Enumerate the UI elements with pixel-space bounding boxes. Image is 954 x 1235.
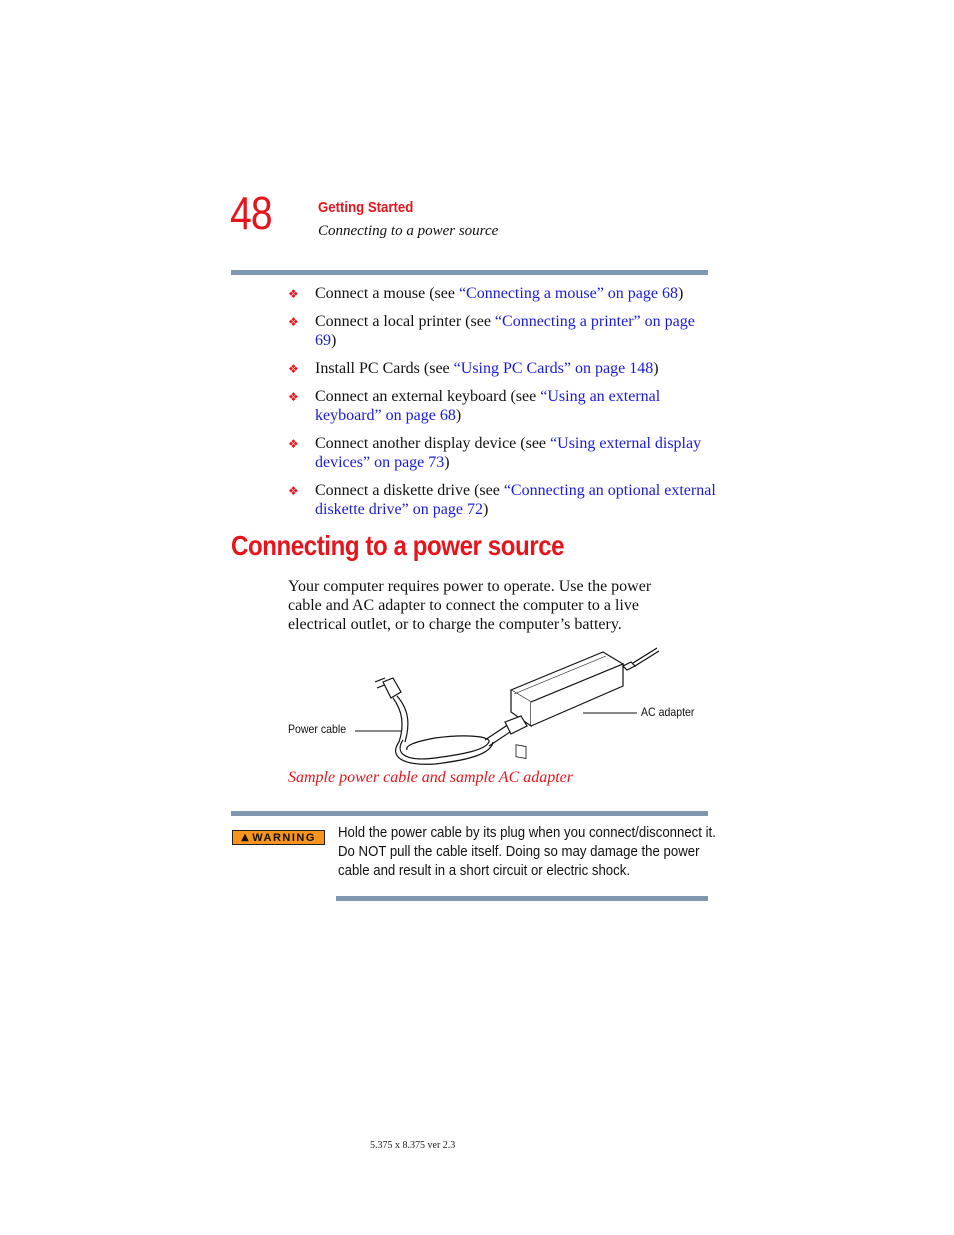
diamond-bullet-icon: ❖ <box>288 390 299 404</box>
list-item: ❖ Connect a mouse (see “Connecting a mous… <box>288 284 718 303</box>
figure-caption: Sample power cable and sample AC adapter <box>288 769 574 786</box>
diamond-bullet-icon: ❖ <box>288 484 299 498</box>
warning-badge: ▲ WARNING <box>232 830 325 845</box>
bullet-text: Connect a local printer (see <box>315 313 495 330</box>
diamond-bullet-icon: ❖ <box>288 362 299 376</box>
list-item: ❖ Install PC Cards (see “Using PC Cards” … <box>288 359 718 378</box>
bullet-text: Connect a diskette drive (see <box>315 482 504 499</box>
body-paragraph: Your computer requires power to operate.… <box>288 578 652 633</box>
diamond-bullet-icon: ❖ <box>288 287 299 301</box>
ac-adapter-icon <box>509 647 660 759</box>
section-heading: Connecting to a power source <box>231 530 565 561</box>
warning-bottom-divider <box>336 896 708 901</box>
bullet-text: Install PC Cards (see <box>315 360 454 377</box>
bullet-text: ) <box>678 285 684 302</box>
warning-top-divider <box>231 811 708 816</box>
warning-text: Hold the power cable by its plug when yo… <box>338 824 716 879</box>
cross-reference-link[interactable]: “Using PC Cards” on page 148 <box>454 360 654 377</box>
section-subtitle: Connecting to a power source <box>318 223 499 239</box>
diamond-bullet-icon: ❖ <box>288 315 299 329</box>
header-divider <box>231 270 708 275</box>
cross-reference-link[interactable]: “Connecting a mouse” on page 68 <box>459 285 678 302</box>
warning-triangle-icon: ▲ <box>241 832 251 843</box>
bullet-text: ) <box>653 360 659 377</box>
bullet-list: ❖ Connect a mouse (see “Connecting a mous… <box>288 284 718 528</box>
power-cable-icon <box>374 677 528 765</box>
power-cable-figure: Power cable AC adapter <box>285 642 705 770</box>
bullet-text: ) <box>455 407 462 424</box>
bullet-text: ) <box>331 332 337 349</box>
bullet-text: Connect an external keyboard (see <box>315 388 541 405</box>
bullet-text: Connect a mouse (see <box>315 285 459 302</box>
page-number: 48 <box>230 187 273 239</box>
list-item: ❖ Connect an external keyboard (see “Usin… <box>288 387 718 425</box>
ac-adapter-label: AC adapter <box>641 705 695 719</box>
bullet-text: ) <box>444 454 450 471</box>
list-item: ❖ Connect a diskette drive (see “Connecti… <box>288 481 718 519</box>
diamond-bullet-icon: ❖ <box>288 437 299 451</box>
list-item: ❖ Connect another display device (see “Us… <box>288 434 718 472</box>
power-cable-label: Power cable <box>288 722 347 736</box>
bullet-text: ) <box>482 501 489 518</box>
footer-version: 5.375 x 8.375 ver 2.3 <box>370 1140 456 1151</box>
warning-badge-label: WARNING <box>252 831 316 844</box>
list-item: ❖ Connect a local printer (see “Connectin… <box>288 312 718 350</box>
bullet-text: Connect another display device (see <box>315 435 551 452</box>
chapter-title: Getting Started <box>318 199 414 216</box>
